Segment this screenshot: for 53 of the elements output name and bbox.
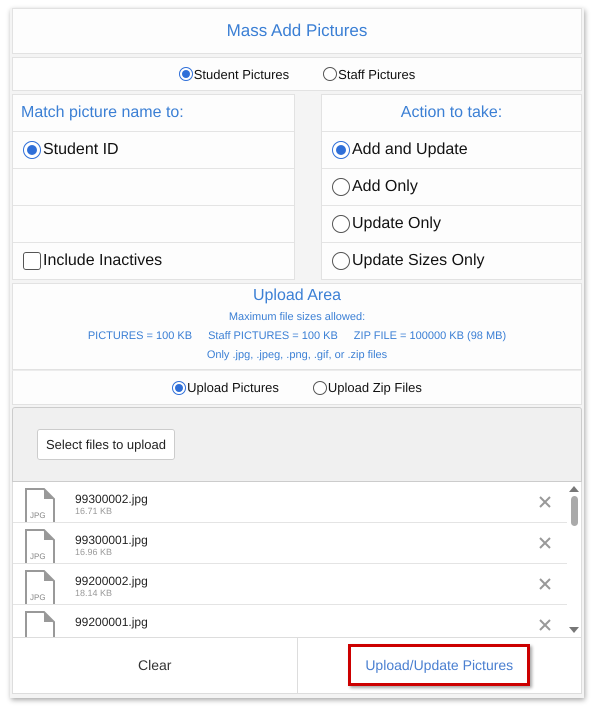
file-type-label: JPG (30, 592, 46, 602)
file-type-label: JPG (30, 510, 46, 520)
section-heading: Match picture name to: (20, 103, 185, 124)
scroll-up-icon[interactable] (569, 486, 579, 492)
close-icon[interactable] (539, 618, 551, 631)
radio-option[interactable]: Add Only (332, 178, 418, 196)
radio-option[interactable]: Add and Update (332, 141, 468, 160)
checkbox-option[interactable]: Include Inactives (23, 252, 162, 270)
scroll-down-icon[interactable] (569, 626, 579, 633)
radio-button[interactable] (178, 67, 193, 82)
file-name: 99300002.jpg (75, 492, 148, 506)
size-limit: ZIP FILE = 100000 KB (98 MB) (354, 329, 506, 344)
radio-option[interactable]: Upload Pictures (172, 380, 279, 396)
radio-button[interactable] (332, 215, 350, 234)
section-heading: Action to take: (400, 103, 504, 124)
checkbox[interactable] (23, 252, 41, 270)
radio-button[interactable] (332, 252, 350, 270)
size-limit: Staff PICTURES = 100 KB (208, 329, 338, 344)
close-icon[interactable] (539, 496, 551, 508)
radio-button[interactable] (332, 141, 350, 160)
radio-option[interactable]: Staff Pictures (323, 66, 416, 82)
upload-button[interactable]: Upload/Update Pictures (348, 644, 530, 686)
radio-option[interactable]: Upload Zip Files (312, 380, 422, 396)
radio-button[interactable] (312, 380, 327, 395)
close-icon[interactable] (539, 578, 551, 590)
radio-button[interactable] (23, 141, 41, 160)
file-name: 99300001.jpg (75, 532, 148, 547)
clear-button[interactable]: Clear (118, 649, 192, 682)
size-limits-heading: Maximum file sizes allowed: (228, 310, 366, 326)
file-icon (25, 528, 55, 563)
file-size: 18.14 KB (75, 588, 114, 598)
close-icon[interactable] (539, 536, 551, 549)
radio-option[interactable]: Update Sizes Only (332, 252, 485, 270)
scroll-thumb[interactable] (570, 496, 578, 526)
size-limit: PICTURES = 100 KB (88, 329, 192, 344)
file-size: 16.96 KB (75, 546, 114, 557)
drop-zone[interactable]: Select files to upload (12, 406, 582, 482)
radio-option[interactable]: Update Only (332, 215, 441, 234)
radio-button[interactable] (323, 67, 338, 82)
dialog-title: Mass Add Pictures (226, 20, 368, 41)
file-icon (25, 570, 55, 604)
section-heading: Upload Area (252, 287, 342, 306)
radio-button[interactable] (332, 178, 350, 196)
file-icon (25, 488, 55, 522)
file-size: 16.71 KB (75, 506, 114, 516)
radio-option[interactable]: Student Pictures (178, 66, 290, 82)
file-types-note: Only .jpg, .jpeg, .png, .gif, or .zip files (206, 348, 388, 364)
file-name: 99200002.jpg (75, 574, 148, 588)
file-name: 99200001.jpg (75, 614, 148, 629)
select-files-button[interactable]: Select files to upload (37, 428, 175, 460)
file-type-label: JPG (30, 552, 46, 561)
radio-option[interactable]: Student ID (23, 141, 119, 160)
radio-button[interactable] (172, 380, 186, 395)
